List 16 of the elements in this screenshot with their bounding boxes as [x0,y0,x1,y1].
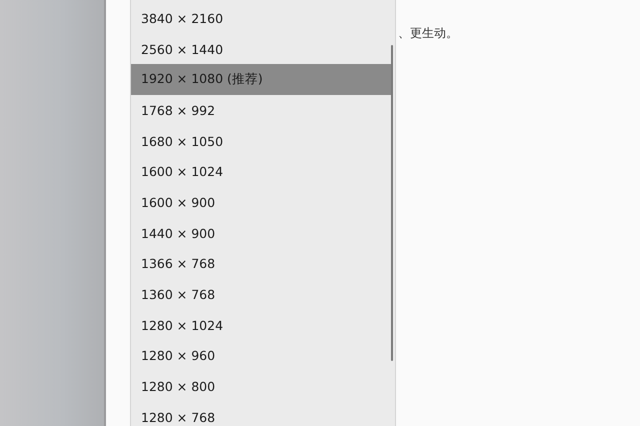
scrollbar[interactable] [391,45,393,361]
resolution-option[interactable]: 3840 × 2160 [131,3,393,34]
resolution-option[interactable]: 1920 × 1080 (推荐) [131,64,393,96]
resolution-option[interactable]: 1280 × 800 [131,371,393,402]
resolution-option[interactable]: 1360 × 768 [131,279,393,310]
resolution-option[interactable]: 1280 × 1024 [131,310,393,341]
resolution-option[interactable]: 1600 × 1024 [131,156,393,188]
resolution-option[interactable]: 1280 × 960 [131,340,393,372]
resolution-option[interactable]: 1680 × 1050 [131,126,393,156]
resolution-option[interactable]: 1440 × 900 [131,218,393,248]
resolution-option[interactable]: 2560 × 1440 [131,34,393,64]
description-text: 、更生动。 [397,25,458,42]
resolution-option[interactable]: 1280 × 768 [131,402,393,426]
resolution-option[interactable]: 1366 × 768 [131,248,393,280]
resolution-option[interactable]: 1768 × 992 [131,95,393,126]
resolution-option[interactable]: 1600 × 900 [131,187,393,218]
